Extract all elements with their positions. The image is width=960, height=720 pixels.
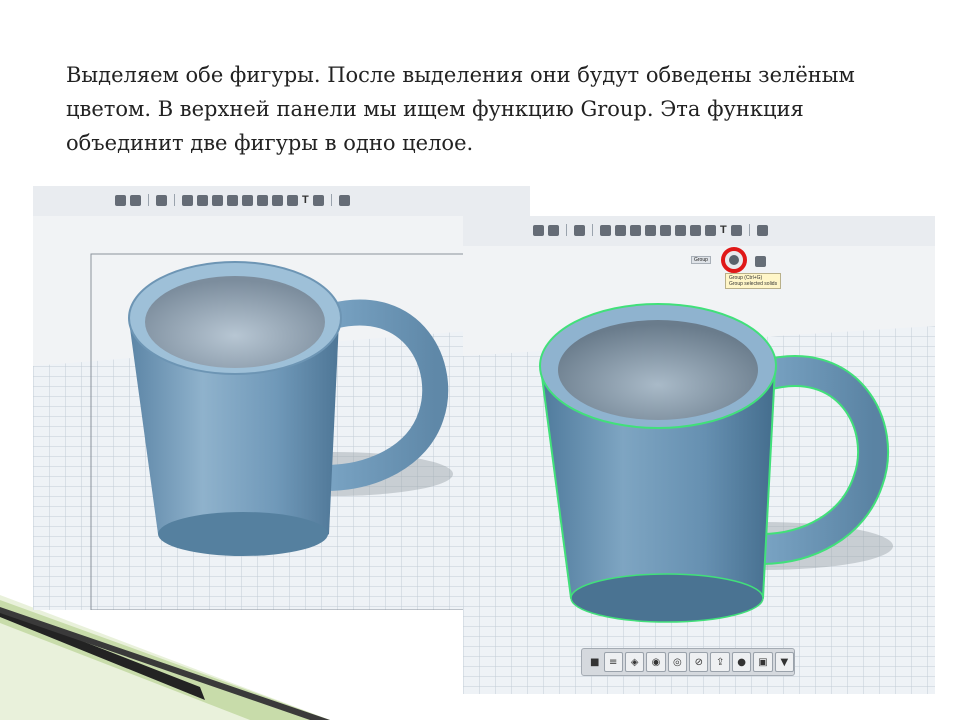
pattern-icon[interactable] bbox=[660, 224, 671, 236]
sketch-icon[interactable] bbox=[600, 224, 611, 236]
cube-icon[interactable]: ■ bbox=[588, 653, 602, 671]
eye-icon[interactable]: ◎ bbox=[667, 652, 688, 672]
material-icon[interactable] bbox=[287, 194, 298, 206]
redo-icon[interactable] bbox=[548, 224, 559, 236]
settings-icon[interactable] bbox=[338, 194, 350, 206]
measure-icon[interactable] bbox=[675, 224, 686, 236]
slide-caption: Выделяем обе фигуры. После выделения они… bbox=[66, 58, 926, 160]
group-button-highlight[interactable] bbox=[719, 245, 749, 275]
modify-icon[interactable] bbox=[630, 224, 641, 236]
tag-icon[interactable]: ◉ bbox=[646, 652, 666, 672]
settings-icon[interactable] bbox=[756, 224, 768, 236]
group-tooltip: Group (Ctrl+G) Group selected solids bbox=[725, 273, 782, 289]
sketch-icon[interactable] bbox=[182, 194, 193, 206]
render-icon[interactable]: ▣ bbox=[753, 652, 773, 672]
material-icon[interactable] bbox=[705, 224, 716, 236]
screenshot-before-selection: T bbox=[33, 186, 530, 610]
top-toolbar: T bbox=[463, 216, 935, 247]
redo-icon[interactable] bbox=[130, 194, 141, 206]
transform-icon[interactable] bbox=[156, 194, 167, 206]
text-tool-icon[interactable]: T bbox=[302, 194, 309, 206]
undo-icon[interactable] bbox=[533, 224, 544, 236]
snap-icon[interactable] bbox=[690, 224, 701, 236]
material-icon[interactable]: ● bbox=[731, 652, 752, 672]
top-toolbar: T bbox=[33, 186, 530, 217]
arrow-icon[interactable]: ▼ bbox=[774, 652, 795, 672]
group-icon[interactable] bbox=[227, 194, 238, 206]
layers-icon[interactable]: ◈ bbox=[624, 652, 645, 672]
pattern-icon[interactable] bbox=[242, 194, 253, 206]
viewport-3d[interactable] bbox=[33, 216, 530, 610]
text-tool-icon[interactable]: T bbox=[720, 224, 727, 236]
construct-icon[interactable] bbox=[615, 224, 626, 236]
measure-icon[interactable] bbox=[257, 194, 268, 206]
viewport-3d[interactable] bbox=[463, 246, 935, 694]
caption-line-2: цветом. В верхней панели мы ищем функцию… bbox=[66, 97, 804, 121]
group-icon[interactable] bbox=[645, 224, 656, 236]
modify-icon[interactable] bbox=[212, 194, 223, 206]
rotate-icon[interactable] bbox=[312, 194, 324, 206]
bottom-toolbar: ■ ≡ ◈ ◉ ◎ ⊘ ⇪ ● ▣ ▼ bbox=[581, 648, 795, 676]
construct-icon[interactable] bbox=[197, 194, 208, 206]
slide-corner-decoration bbox=[0, 595, 330, 720]
ungroup-icon[interactable] bbox=[755, 256, 766, 267]
group-menu-label[interactable]: Group bbox=[691, 256, 711, 264]
caption-line-1: Выделяем обе фигуры. После выделения они… bbox=[66, 63, 855, 87]
export-icon[interactable]: ⇪ bbox=[710, 652, 730, 672]
screenshot-after-selection: T Group Group (Ctrl+G) Group selected so… bbox=[463, 216, 935, 694]
rotate-icon[interactable] bbox=[730, 224, 742, 236]
undo-icon[interactable] bbox=[115, 194, 126, 206]
transform-icon[interactable] bbox=[574, 224, 585, 236]
caption-line-3: объединит две фигуры в одно целое. bbox=[66, 131, 474, 155]
filter-icon[interactable]: ≡ bbox=[603, 652, 623, 672]
snap-icon[interactable] bbox=[272, 194, 283, 206]
eye-off-icon[interactable]: ⊘ bbox=[689, 652, 709, 672]
